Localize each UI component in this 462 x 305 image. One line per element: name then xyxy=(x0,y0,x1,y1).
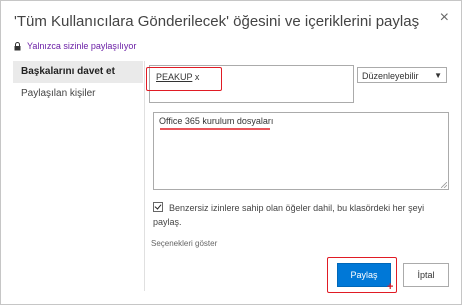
show-options-link[interactable]: Seçenekleri göster xyxy=(151,239,217,248)
resize-grip-icon[interactable] xyxy=(441,182,447,188)
lock-icon xyxy=(14,42,21,51)
shared-with-status: Yalnızca sizinle paylaşılıyor xyxy=(14,41,136,51)
dialog-title: 'Tüm Kullanıcılara Gönderilecek' öğesini… xyxy=(14,13,420,30)
shared-with-text[interactable]: Yalnızca sizinle paylaşılıyor xyxy=(27,41,136,51)
nav-item-invite-people[interactable]: Başkalarını davet et xyxy=(13,61,143,83)
include-unique-permissions-label: Benzersiz izinlere sahip olan öğeler dah… xyxy=(153,203,425,227)
chevron-down-icon: ▼ xyxy=(434,71,442,80)
annotation-plus-mark: + xyxy=(387,281,394,293)
cancel-button[interactable]: İptal xyxy=(403,263,449,287)
close-icon[interactable]: × xyxy=(440,9,449,27)
checkbox-checked[interactable] xyxy=(153,202,163,212)
annotation-highlight-people xyxy=(146,67,222,91)
include-unique-permissions-option[interactable]: Benzersiz izinlere sahip olan öğeler dah… xyxy=(153,201,449,229)
nav-item-shared-with[interactable]: Paylaşılan kişiler xyxy=(13,83,143,105)
permission-dropdown[interactable]: Düzenleyebilir ▼ xyxy=(357,67,447,83)
message-textarea[interactable]: Office 365 kurulum dosyaları xyxy=(153,112,449,190)
left-nav: Başkalarını davet et Paylaşılan kişiler xyxy=(13,61,143,105)
permission-selected: Düzenleyebilir xyxy=(362,71,419,81)
share-dialog: 'Tüm Kullanıcılara Gönderilecek' öğesini… xyxy=(0,0,462,305)
divider xyxy=(144,61,145,291)
annotation-underline xyxy=(160,128,270,130)
message-text: Office 365 kurulum dosyaları xyxy=(159,116,274,126)
